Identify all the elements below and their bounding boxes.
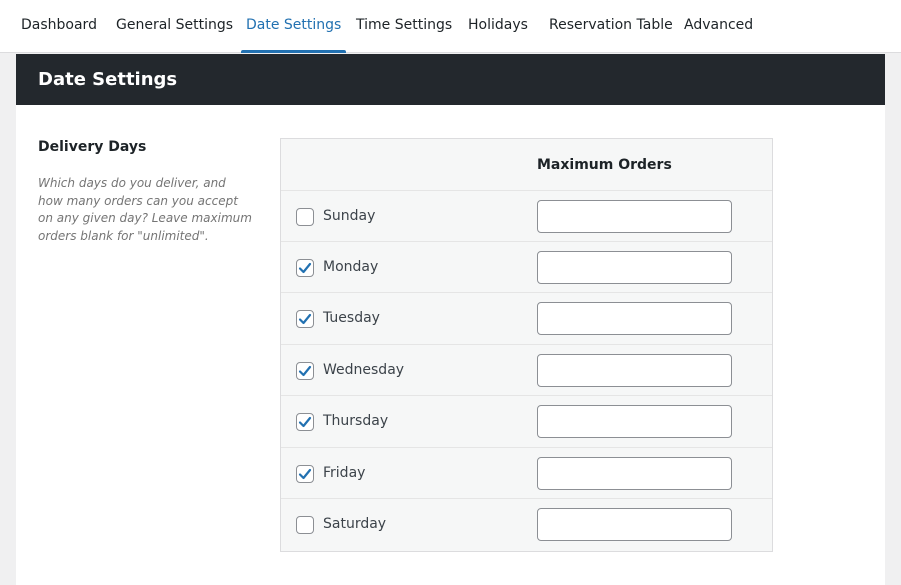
tab-time-settings[interactable]: Time Settings [356, 0, 452, 53]
day-row-thursday: Thursday [281, 395, 772, 446]
tab-reservation-table[interactable]: Reservation Table [549, 0, 673, 53]
tab-advanced[interactable]: Advanced [684, 0, 753, 53]
wednesday-checkbox[interactable] [296, 362, 314, 380]
thursday-label: Thursday [323, 413, 389, 429]
checkmark-icon [298, 262, 312, 274]
checkmark-icon [298, 365, 312, 377]
monday-label: Monday [323, 259, 379, 275]
monday-max-orders-input[interactable] [537, 251, 732, 284]
nav-tabs: Dashboard General Settings Date Settings… [0, 0, 901, 53]
delivery-days-title: Delivery Days [38, 139, 147, 155]
day-row-friday: Friday [281, 447, 772, 498]
monday-checkbox[interactable] [296, 259, 314, 277]
tab-date-settings[interactable]: Date Settings [240, 0, 347, 53]
wednesday-max-orders-input[interactable] [537, 354, 732, 387]
day-row-monday: Monday [281, 241, 772, 292]
tuesday-label: Tuesday [323, 310, 380, 326]
thursday-max-orders-input[interactable] [537, 405, 732, 438]
checkmark-icon [298, 468, 312, 480]
friday-checkbox[interactable] [296, 465, 314, 483]
checkmark-icon [298, 313, 312, 325]
delivery-days-table: Maximum Orders Sunday Monday Tuesday Wed… [280, 138, 773, 552]
tab-holidays[interactable]: Holidays [468, 0, 528, 53]
panel-body: Delivery Days Which days do you deliver,… [16, 105, 885, 585]
wednesday-label: Wednesday [323, 362, 405, 378]
delivery-days-description: Which days do you deliver, and how many … [38, 176, 252, 243]
day-row-tuesday: Tuesday [281, 292, 772, 343]
tab-general-settings[interactable]: General Settings [116, 0, 233, 53]
maximum-orders-header: Maximum Orders [537, 157, 672, 173]
tuesday-checkbox[interactable] [296, 310, 314, 328]
friday-max-orders-input[interactable] [537, 457, 732, 490]
panel-header: Date Settings [16, 54, 885, 105]
day-row-sunday: Sunday [281, 190, 772, 241]
tuesday-max-orders-input[interactable] [537, 302, 732, 335]
tab-dashboard[interactable]: Dashboard [21, 0, 97, 53]
day-row-saturday: Saturday [281, 498, 772, 549]
checkmark-icon [298, 416, 312, 428]
sunday-label: Sunday [323, 208, 376, 224]
sunday-max-orders-input[interactable] [537, 200, 732, 233]
saturday-checkbox[interactable] [296, 516, 314, 534]
page-title: Date Settings [38, 69, 178, 90]
saturday-max-orders-input[interactable] [537, 508, 732, 541]
day-row-wednesday: Wednesday [281, 344, 772, 395]
thursday-checkbox[interactable] [296, 413, 314, 431]
saturday-label: Saturday [323, 516, 387, 532]
friday-label: Friday [323, 465, 366, 481]
sunday-checkbox[interactable] [296, 208, 314, 226]
